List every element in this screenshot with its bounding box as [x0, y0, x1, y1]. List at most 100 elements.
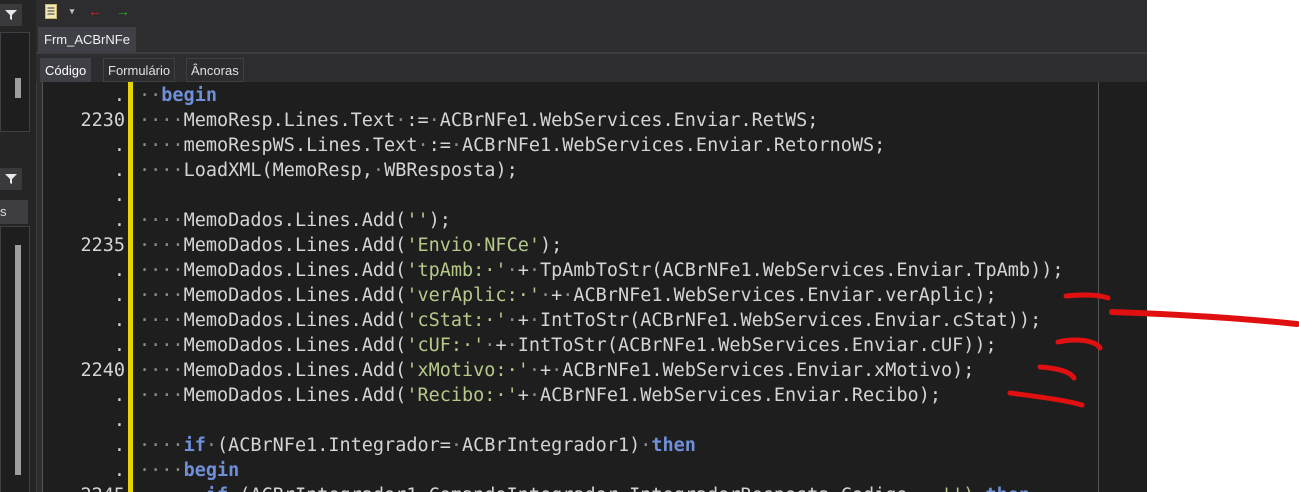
whitespace-token: ····: [139, 435, 184, 456]
code-text: ····memoRespWS.Lines.Text·:=·ACBrNFe1.We…: [139, 133, 885, 158]
chevron-down-icon[interactable]: ▾: [67, 2, 77, 20]
code-token: );: [428, 210, 451, 231]
code-text: ····MemoDados.Lines.Add('Envio·NFCe');: [139, 233, 562, 258]
code-text: ······if·(ACBrIntegrador1.ComandoIntegra…: [139, 483, 1030, 492]
code-line[interactable]: . ····begin: [43, 458, 1147, 483]
code-line[interactable]: . ····LoadXML(MemoResp,·WBResposta);: [43, 158, 1147, 183]
tab-codigo[interactable]: Código: [40, 58, 92, 82]
code-line[interactable]: 2235 ····MemoDados.Lines.Add('Envio·NFCe'…: [43, 233, 1147, 258]
side-panel-top: [0, 32, 30, 132]
code-token: ACBrIntegrador1): [462, 435, 641, 456]
whitespace-token: ·: [908, 485, 919, 492]
keyword-token: then: [651, 435, 696, 456]
code-token: WBResposta);: [384, 160, 518, 181]
code-token: MemoDados.Lines.Add(: [183, 210, 407, 231]
string-token: 'xMotivo:·': [406, 360, 529, 381]
code-line[interactable]: . ····MemoDados.Lines.Add('');: [43, 208, 1147, 233]
code-token: IntToStr(ACBrNFe1.WebServices.Enviar.cUF…: [517, 335, 997, 356]
code-token: (ACBrIntegrador1.ComandoIntegrador.Integ…: [239, 485, 907, 492]
side-panel-scrollbar[interactable]: [15, 245, 21, 475]
whitespace-token: ····: [139, 360, 184, 381]
whitespace-token: ····: [139, 160, 184, 181]
whitespace-token: ·: [506, 335, 518, 356]
code-token: memoRespWS.Lines.Text: [183, 135, 418, 156]
side-panel-scrollbar[interactable]: [15, 78, 21, 98]
filter-icon[interactable]: [0, 4, 22, 26]
code-text: ····begin: [139, 458, 239, 483]
whitespace-token: ·: [372, 160, 385, 181]
whitespace-token: ·: [484, 335, 496, 356]
document-tabbar: Frm_ACBrNFe: [36, 24, 1147, 54]
code-line[interactable]: . ····MemoDados.Lines.Add('cStat:·'·+·Int…: [43, 308, 1147, 333]
code-token: MemoDados.Lines.Add(: [183, 310, 407, 331]
code-token: ACBrNFe1.WebServices.Enviar.verAplic);: [573, 285, 997, 306]
code-token: +: [495, 335, 507, 356]
code-line[interactable]: .: [43, 183, 1147, 208]
code-token: +: [517, 310, 529, 331]
code-line[interactable]: . ··begin: [43, 83, 1147, 108]
code-line[interactable]: . ····MemoDados.Lines.Add('cUF:·'·+·IntTo…: [43, 333, 1147, 358]
code-text: ····MemoDados.Lines.Add('xMotivo:·'·+·AC…: [139, 358, 974, 383]
code-line[interactable]: 2245······if·(ACBrIntegrador1.ComandoInt…: [43, 483, 1147, 492]
back-arrow-icon[interactable]: ←: [86, 2, 104, 20]
whitespace-token: ····: [139, 285, 184, 306]
line-number: 2230: [80, 110, 125, 131]
code-line[interactable]: . ····if·(ACBrNFe1.Integrador=·ACBrIntegr…: [43, 433, 1147, 458]
line-number: 2240: [80, 360, 125, 381]
code-line[interactable]: . ····MemoDados.Lines.Add('tpAmb:·'·+·TpA…: [43, 258, 1147, 283]
code-token: :=: [406, 110, 429, 131]
whitespace-token: ·: [417, 135, 429, 156]
whitespace-token: ·: [228, 485, 239, 492]
code-line[interactable]: .: [43, 408, 1147, 433]
whitespace-token: ····: [139, 310, 184, 331]
line-number: .: [113, 160, 125, 181]
forward-arrow-icon[interactable]: →: [114, 2, 132, 20]
code-text: ····MemoDados.Lines.Add('cStat:·'·+·IntT…: [139, 308, 1041, 333]
line-number: .: [113, 335, 125, 356]
line-number: .: [113, 210, 125, 231]
line-number: .: [113, 135, 125, 156]
whitespace-token: ····: [139, 260, 184, 281]
code-token: MemoDados.Lines.Add(: [183, 360, 407, 381]
whitespace-token: ·: [528, 310, 540, 331]
whitespace-token: ·: [450, 435, 463, 456]
code-text: ····MemoDados.Lines.Add('');: [139, 208, 451, 233]
code-token: MemoDados.Lines.Add(: [183, 235, 407, 256]
code-token: ACBrNFe1.WebServices.Enviar.Recibo);: [540, 385, 941, 406]
whitespace-token: ·: [506, 260, 518, 281]
whitespace-token: ·: [205, 435, 217, 456]
whitespace-token: ·: [528, 260, 540, 281]
code-token: ACBrNFe1.WebServices.Enviar.xMotivo);: [562, 360, 975, 381]
whitespace-token: ····: [139, 385, 184, 406]
tab-ancoras[interactable]: Âncoras: [186, 58, 244, 82]
whitespace-token: ····: [139, 335, 184, 356]
code-text: ····MemoDados.Lines.Add('Recibo:·'+·ACBr…: [139, 383, 941, 408]
whitespace-token: ·: [395, 110, 407, 131]
code-token: LoadXML(MemoResp,: [183, 160, 373, 181]
code-line[interactable]: . ····MemoDados.Lines.Add('verAplic:·'·+·…: [43, 283, 1147, 308]
code-line[interactable]: . ····MemoDados.Lines.Add('Recibo:·'+·ACB…: [43, 383, 1147, 408]
keyword-token: if: [206, 485, 228, 492]
code-line[interactable]: . ····memoRespWS.Lines.Text·:=·ACBrNFe1.W…: [43, 133, 1147, 158]
code-token: MemoDados.Lines.Add(: [183, 385, 407, 406]
string-token: 'Recibo:·': [406, 385, 518, 406]
code-text: ··begin: [139, 83, 217, 108]
document-tab[interactable]: Frm_ACBrNFe: [38, 27, 136, 52]
whitespace-token: ·: [640, 435, 652, 456]
whitespace-token: ····: [139, 235, 184, 256]
code-editor[interactable]: . ··begin 2230 ····MemoResp.Lines.Text·:=·A…: [42, 82, 1147, 492]
toolbar: ▾ ← →: [36, 0, 1147, 24]
filter-icon[interactable]: [0, 168, 22, 190]
whitespace-token: ·: [539, 285, 552, 306]
code-text: ····LoadXML(MemoResp,·WBResposta);: [139, 158, 518, 183]
keyword-token: begin: [183, 460, 240, 481]
code-line[interactable]: 2240 ····MemoDados.Lines.Add('xMotivo:·'·…: [43, 358, 1147, 383]
tab-formulario[interactable]: Formulário: [103, 58, 176, 82]
side-tab[interactable]: s: [0, 200, 28, 224]
whitespace-token: ····: [139, 110, 184, 131]
code-token: :=: [428, 135, 451, 156]
document-icon[interactable]: [44, 2, 58, 20]
keyword-token: then: [986, 485, 1031, 492]
line-number: .: [113, 385, 125, 406]
code-line[interactable]: 2230 ····MemoResp.Lines.Text·:=·ACBrNFe1.…: [43, 108, 1147, 133]
